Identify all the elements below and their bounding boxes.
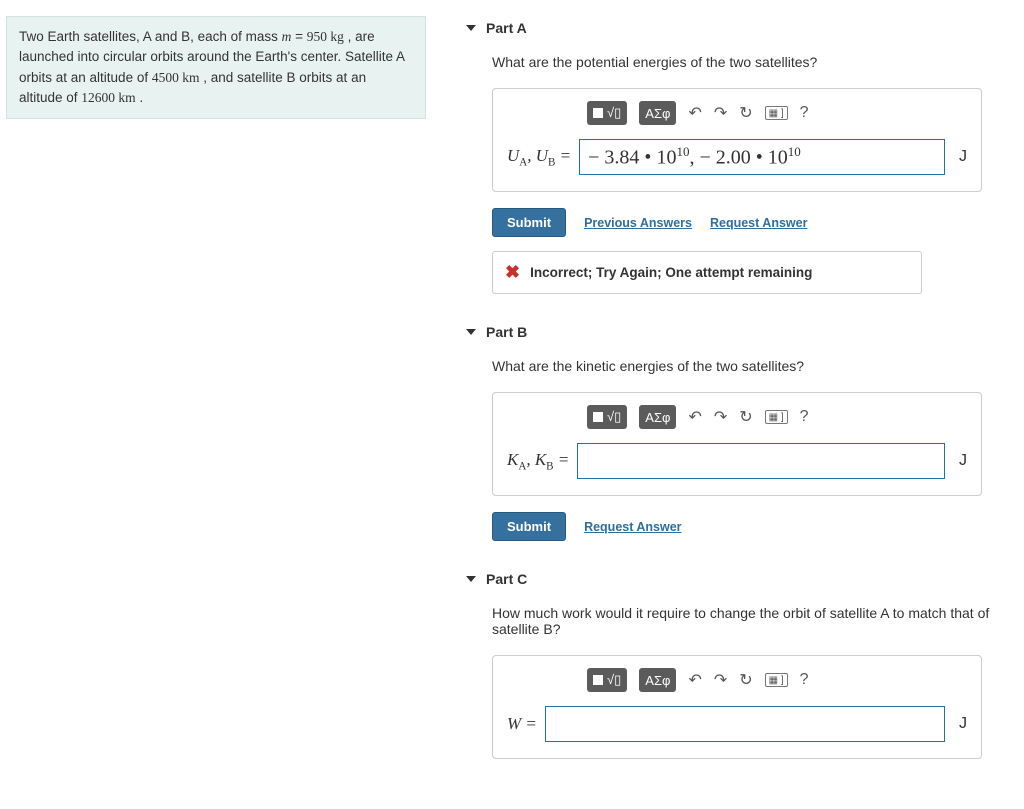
reset-icon[interactable]: ↻ — [739, 670, 752, 690]
part-c-header[interactable]: Part C — [466, 571, 1004, 587]
equation-toolbar: √▯ ΑΣφ ↶ ↷ ↻ ▦ ] ? — [587, 405, 967, 429]
equals: = — [291, 29, 306, 44]
equation-toolbar: √▯ ΑΣφ ↶ ↷ ↻ ▦ ] ? — [587, 668, 967, 692]
part-c-prompt: How much work would it require to change… — [492, 605, 1004, 637]
part-a-feedback: ✖ Incorrect; Try Again; One attempt rema… — [492, 251, 922, 294]
part-b: Part B What are the kinetic energies of … — [466, 324, 1004, 541]
problem-statement: Two Earth satellites, A and B, each of m… — [6, 16, 426, 119]
submit-button[interactable]: Submit — [492, 208, 566, 237]
part-a-title: Part A — [486, 20, 527, 36]
reset-icon[interactable]: ↻ — [739, 103, 752, 123]
part-a-input[interactable]: − 3.84 • 1010, − 2.00 • 1010 — [579, 139, 945, 175]
fraction-icon: √▯ — [607, 409, 621, 425]
fraction-icon: √▯ — [607, 105, 621, 121]
redo-icon[interactable]: ↷ — [714, 670, 727, 690]
square-icon — [593, 108, 603, 118]
altitude-a: 4500 — [152, 70, 179, 85]
part-b-input[interactable] — [577, 443, 945, 479]
part-c-var-label: W = — [507, 714, 537, 734]
templates-button[interactable]: √▯ — [587, 668, 627, 692]
part-b-unit: J — [959, 452, 967, 470]
redo-icon[interactable]: ↷ — [714, 103, 727, 123]
part-c-unit: J — [959, 715, 967, 733]
mass-variable: m — [282, 29, 292, 44]
caret-down-icon — [466, 576, 476, 582]
templates-button[interactable]: √▯ — [587, 405, 627, 429]
altitude-b: 12600 — [81, 90, 115, 105]
fraction-icon: √▯ — [607, 672, 621, 688]
previous-answers-link[interactable]: Previous Answers — [584, 216, 692, 230]
km-unit-2: km — [115, 90, 136, 105]
part-a: Part A What are the potential energies o… — [466, 20, 1004, 294]
answer-area: Part A What are the potential energies o… — [426, 10, 1024, 809]
part-c-title: Part C — [486, 571, 527, 587]
greek-button[interactable]: ΑΣφ — [639, 405, 676, 429]
part-a-var-label: UA, UB = — [507, 146, 571, 168]
part-b-title: Part B — [486, 324, 527, 340]
reset-icon[interactable]: ↻ — [739, 407, 752, 427]
greek-button[interactable]: ΑΣφ — [639, 101, 676, 125]
caret-down-icon — [466, 329, 476, 335]
part-c-answer-row: W = J — [507, 706, 967, 742]
templates-button[interactable]: √▯ — [587, 101, 627, 125]
part-c-answer-block: √▯ ΑΣφ ↶ ↷ ↻ ▦ ] ? W = J — [492, 655, 982, 759]
part-a-unit: J — [959, 148, 967, 166]
help-icon[interactable]: ? — [800, 104, 809, 122]
problem-text-4: . — [136, 90, 144, 105]
km-unit-1: km — [179, 70, 200, 85]
part-c: Part C How much work would it require to… — [466, 571, 1004, 759]
help-icon[interactable]: ? — [800, 671, 809, 689]
request-answer-link[interactable]: Request Answer — [710, 216, 807, 230]
keyboard-icon[interactable]: ▦ ] — [765, 106, 788, 120]
incorrect-icon: ✖ — [505, 262, 520, 283]
greek-button[interactable]: ΑΣφ — [639, 668, 676, 692]
part-a-answer-block: √▯ ΑΣφ ↶ ↷ ↻ ▦ ] ? UA, UB = − 3.84 • 101… — [492, 88, 982, 192]
equation-toolbar: √▯ ΑΣφ ↶ ↷ ↻ ▦ ] ? — [587, 101, 967, 125]
part-a-header[interactable]: Part A — [466, 20, 1004, 36]
keyboard-icon[interactable]: ▦ ] — [765, 410, 788, 424]
square-icon — [593, 675, 603, 685]
caret-down-icon — [466, 25, 476, 31]
submit-button[interactable]: Submit — [492, 512, 566, 541]
redo-icon[interactable]: ↷ — [714, 407, 727, 427]
mass-value: 950 — [307, 29, 327, 44]
part-c-input[interactable] — [545, 706, 945, 742]
part-a-value: − 3.84 • 1010, − 2.00 • 1010 — [588, 144, 801, 170]
part-b-submit-row: Submit Request Answer — [492, 512, 1004, 541]
feedback-text: Incorrect; Try Again; One attempt remain… — [530, 265, 812, 280]
square-icon — [593, 412, 603, 422]
part-b-var-label: KA, KB = — [507, 450, 569, 472]
undo-icon[interactable]: ↶ — [688, 103, 701, 123]
part-b-prompt: What are the kinetic energies of the two… — [492, 358, 1004, 374]
part-b-header[interactable]: Part B — [466, 324, 1004, 340]
request-answer-link[interactable]: Request Answer — [584, 520, 681, 534]
undo-icon[interactable]: ↶ — [688, 407, 701, 427]
part-a-submit-row: Submit Previous Answers Request Answer — [492, 208, 1004, 237]
part-a-answer-row: UA, UB = − 3.84 • 1010, − 2.00 • 1010 J — [507, 139, 967, 175]
part-b-answer-row: KA, KB = J — [507, 443, 967, 479]
undo-icon[interactable]: ↶ — [688, 670, 701, 690]
part-a-prompt: What are the potential energies of the t… — [492, 54, 1004, 70]
help-icon[interactable]: ? — [800, 408, 809, 426]
mass-unit: kg — [327, 29, 344, 44]
problem-text-1: Two Earth satellites, A and B, each of m… — [19, 29, 282, 44]
keyboard-icon[interactable]: ▦ ] — [765, 673, 788, 687]
part-b-answer-block: √▯ ΑΣφ ↶ ↷ ↻ ▦ ] ? KA, KB = J — [492, 392, 982, 496]
